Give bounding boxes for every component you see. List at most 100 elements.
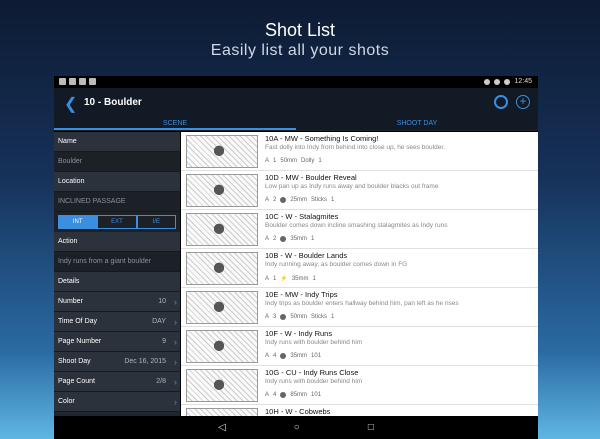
camera-label: A bbox=[265, 353, 270, 359]
action-field[interactable]: Indy runs from a giant boulder bbox=[54, 252, 180, 272]
shot-description: Indy runs with boulder behind him bbox=[265, 339, 363, 346]
lens: 35mm bbox=[291, 275, 309, 282]
list-item[interactable]: 10A - MW - Something Is Coming! Fast dol… bbox=[181, 132, 538, 171]
detail-label: Number bbox=[58, 298, 83, 305]
count: 1 bbox=[331, 314, 335, 320]
lens: 25mm bbox=[290, 197, 308, 203]
shot-meta: A 1 50mm Dolly 1 bbox=[265, 158, 322, 164]
shot-meta: A 4 85mm 101 bbox=[265, 392, 321, 398]
storyboard-thumbnail bbox=[186, 135, 258, 168]
tab-bar: SCENE SHOOT DAY bbox=[54, 118, 538, 131]
detail-row-number[interactable]: Number 10 › bbox=[54, 292, 180, 312]
back-icon[interactable]: ❮ bbox=[64, 94, 77, 114]
take-count: 3 bbox=[273, 314, 277, 320]
device-screen: 12:45 ❮ 10 - Boulder + SCENE SHOOT DAY N… bbox=[54, 76, 538, 439]
list-item[interactable]: 10B - W - Boulder Lands Indy running awa… bbox=[181, 249, 538, 288]
list-item[interactable]: 10D - MW - Boulder Reveal Low pan up as … bbox=[181, 171, 538, 210]
count: 101 bbox=[311, 392, 322, 398]
promo-subtitle: Easily list all your shots bbox=[210, 42, 390, 59]
shot-meta: A 1 ⚡ 35mm 1 bbox=[265, 275, 316, 283]
app-bar: ❮ 10 - Boulder + bbox=[54, 88, 538, 118]
nav-back-icon[interactable]: ◁ bbox=[218, 422, 226, 433]
count: 1 bbox=[331, 197, 335, 203]
shot-title: 10D - MW - Boulder Reveal bbox=[265, 173, 357, 182]
lens-icon bbox=[280, 392, 287, 398]
lens: 50mm bbox=[290, 314, 308, 320]
shot-description: Indy running away, as boulder comes down… bbox=[265, 261, 408, 268]
shot-description: Indy runs with boulder behind him bbox=[265, 378, 363, 385]
detail-row-time-of-day[interactable]: Time Of Day DAY › bbox=[54, 312, 180, 332]
storyboard-thumbnail bbox=[186, 291, 258, 324]
seg-ie[interactable]: I/E bbox=[136, 215, 176, 229]
take-count: 2 bbox=[273, 197, 277, 203]
location-label: Location bbox=[54, 172, 180, 192]
shot-list: 10A - MW - Something Is Coming! Fast dol… bbox=[181, 132, 538, 416]
list-item[interactable]: 10H - W - Cobwebs bbox=[181, 405, 538, 416]
detail-value: DAY bbox=[152, 318, 166, 325]
camera-label: A bbox=[265, 236, 270, 242]
lens-icon bbox=[280, 353, 287, 359]
rig: Dolly bbox=[301, 158, 315, 164]
detail-value: 10 bbox=[158, 298, 166, 305]
chevron-right-icon: › bbox=[174, 297, 177, 307]
gear-icon[interactable] bbox=[494, 95, 508, 109]
detail-row-page-number[interactable]: Page Number 9 › bbox=[54, 332, 180, 352]
list-item[interactable]: 10E - MW - Indy Trips Indy trips as boul… bbox=[181, 288, 538, 327]
camera-label: A bbox=[265, 275, 270, 282]
lens-icon bbox=[280, 236, 287, 242]
shot-title: 10B - W - Boulder Lands bbox=[265, 251, 348, 260]
status-time: 12:45 bbox=[514, 78, 532, 85]
nav-recents-icon[interactable]: □ bbox=[368, 422, 374, 433]
take-count: 2 bbox=[273, 236, 277, 242]
list-item[interactable]: 10F - W - Indy Runs Indy runs with bould… bbox=[181, 327, 538, 366]
detail-row-page-count[interactable]: Page Count 2/8 › bbox=[54, 372, 180, 392]
lens: 35mm bbox=[290, 353, 308, 359]
storyboard-thumbnail bbox=[186, 369, 258, 402]
system-nav-bar: ◁ ○ □ bbox=[54, 416, 538, 439]
storyboard-thumbnail bbox=[186, 252, 258, 285]
take-count: 1 bbox=[273, 275, 277, 282]
detail-row-color[interactable]: Color › bbox=[54, 392, 180, 412]
chevron-right-icon: › bbox=[174, 337, 177, 347]
shot-title: 10G - CU - Indy Runs Close bbox=[265, 368, 359, 377]
scene-title: 10 - Boulder bbox=[84, 97, 142, 108]
take-count: 4 bbox=[273, 392, 277, 398]
tab-shoot-day[interactable]: SHOOT DAY bbox=[296, 118, 538, 130]
camera-label: A bbox=[265, 158, 270, 164]
camera-label: A bbox=[265, 392, 270, 398]
lens: 85mm bbox=[290, 392, 308, 398]
seg-int[interactable]: INT bbox=[58, 215, 98, 229]
take-count: 1 bbox=[273, 158, 277, 164]
detail-value: 9 bbox=[162, 338, 166, 345]
shot-meta: A 2 25mm Sticks 1 bbox=[265, 197, 334, 203]
detail-value: Dec 16, 2015 bbox=[124, 358, 166, 365]
int-ext-segment: INT EXT I/E bbox=[54, 212, 180, 232]
shot-description: Boulder comes down incline smashing stal… bbox=[265, 222, 448, 229]
name-label: Name bbox=[54, 132, 180, 152]
detail-value: 2/8 bbox=[156, 378, 166, 385]
list-item[interactable]: 10G - CU - Indy Runs Close Indy runs wit… bbox=[181, 366, 538, 405]
camera-label: A bbox=[265, 197, 270, 203]
scene-details-panel: Name Boulder Location INCLINED PASSAGE I… bbox=[54, 132, 180, 416]
shot-meta: A 2 35mm 1 bbox=[265, 236, 314, 242]
detail-label: Time Of Day bbox=[58, 318, 98, 325]
location-field[interactable]: INCLINED PASSAGE bbox=[54, 192, 180, 212]
shot-description: Indy trips as boulder enters hallway beh… bbox=[265, 300, 459, 307]
detail-row-shoot-day[interactable]: Shoot Day Dec 16, 2015 › bbox=[54, 352, 180, 372]
tab-scene[interactable]: SCENE bbox=[54, 118, 296, 130]
rig: Sticks bbox=[311, 314, 328, 320]
storyboard-thumbnail bbox=[186, 174, 258, 207]
name-field[interactable]: Boulder bbox=[54, 152, 180, 172]
plus-icon[interactable]: + bbox=[516, 95, 530, 109]
count: 1 bbox=[311, 236, 315, 242]
detail-label: Page Count bbox=[58, 378, 95, 385]
nav-home-icon[interactable]: ○ bbox=[294, 422, 300, 433]
storyboard-thumbnail bbox=[186, 408, 258, 416]
shot-title: 10A - MW - Something Is Coming! bbox=[265, 134, 379, 143]
seg-ext[interactable]: EXT bbox=[97, 215, 137, 229]
lens: 35mm bbox=[290, 236, 308, 242]
list-item[interactable]: 10C - W - Stalagmites Boulder comes down… bbox=[181, 210, 538, 249]
storyboard-thumbnail bbox=[186, 213, 258, 246]
count: 1 bbox=[312, 275, 316, 282]
shot-title: 10E - MW - Indy Trips bbox=[265, 290, 338, 299]
